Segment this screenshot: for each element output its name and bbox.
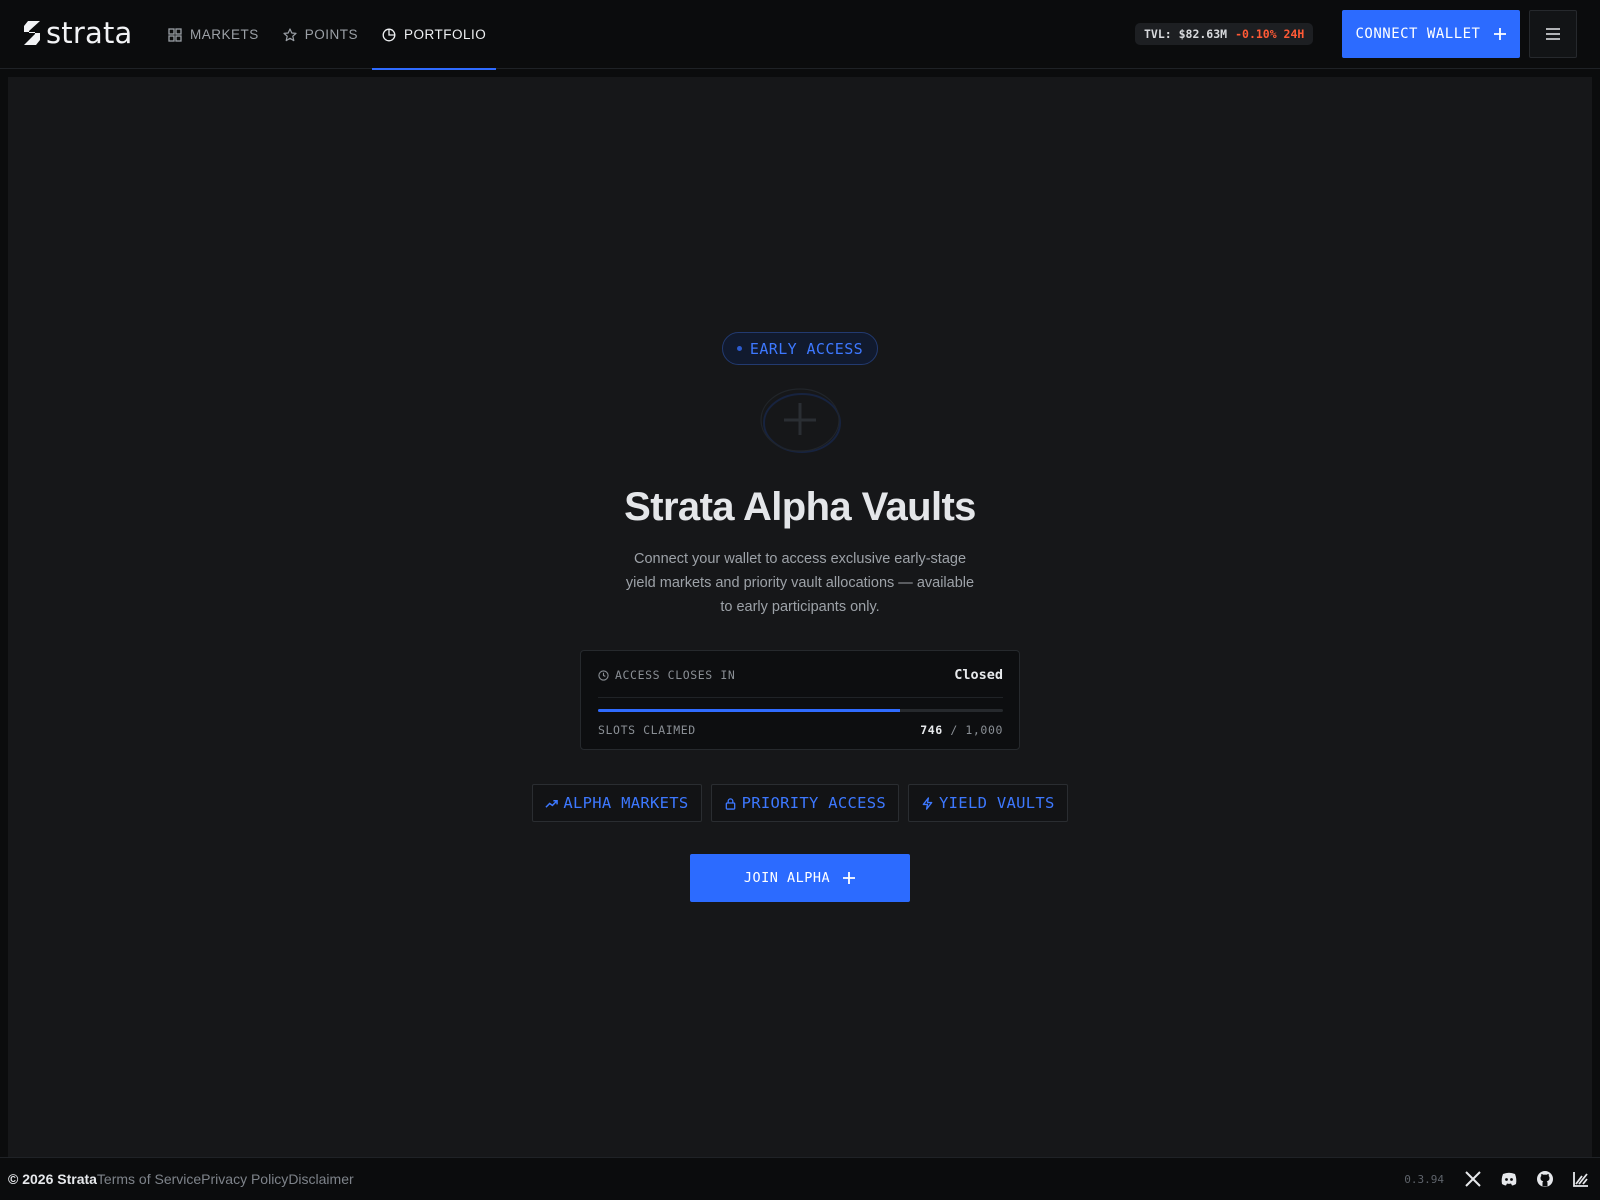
- github-icon: [1537, 1171, 1553, 1187]
- card-divider: [598, 697, 1003, 698]
- top-header: strata MARKETS POINTS PORTFOLIO TVL: $82…: [0, 0, 1600, 70]
- feature-pills: ALPHA MARKETS PRIORITY ACCESS YIELD VAUL…: [8, 784, 1592, 822]
- tvl-ticker: TVL: $82.63M -0.10% 24H: [1135, 23, 1314, 45]
- feature-pill-yield-vaults[interactable]: YIELD VAULTS: [908, 784, 1068, 822]
- social-chart-link[interactable]: [1570, 1168, 1592, 1190]
- footer-link-terms[interactable]: Terms of Service: [97, 1171, 201, 1187]
- footer: © 2026 Strata Terms of Service Privacy P…: [0, 1157, 1600, 1200]
- brand-name: strata: [46, 15, 133, 50]
- slots-row: SLOTS CLAIMED 746 / 1,000: [598, 721, 1003, 739]
- page-subtitle: Connect your wallet to access exclusive …: [625, 551, 975, 615]
- footer-right: 0.3.94: [1404, 1158, 1592, 1200]
- slots-label: SLOTS CLAIMED: [598, 723, 696, 737]
- connect-wallet-button[interactable]: CONNECT WALLET: [1342, 10, 1520, 58]
- access-row: ACCESS CLOSES IN Closed: [598, 663, 1003, 687]
- access-closes-label: ACCESS CLOSES IN: [598, 668, 735, 682]
- slots-progress-fill: [598, 709, 901, 712]
- trending-up-icon: [545, 799, 559, 808]
- access-card: ACCESS CLOSES IN Closed SLOTS CLAIMED 74…: [580, 650, 1020, 750]
- slots-progress-bar: [598, 709, 1003, 712]
- footer-link-privacy[interactable]: Privacy Policy: [201, 1171, 288, 1187]
- chart-icon: [1573, 1172, 1588, 1187]
- join-alpha-label: JOIN ALPHA: [743, 870, 831, 886]
- footer-link-disclaimer[interactable]: Disclaimer: [288, 1171, 353, 1187]
- strata-logo-icon: [24, 21, 40, 45]
- lightning-icon: [922, 796, 933, 810]
- tvl-change: -0.10% 24H: [1235, 27, 1305, 41]
- app-version: 0.3.94: [1404, 1172, 1444, 1186]
- pie-chart-icon: [382, 28, 396, 41]
- brand-logo[interactable]: strata: [22, 16, 133, 50]
- plus-icon: [843, 872, 856, 884]
- badge-label: EARLY ACCESS: [749, 339, 864, 358]
- main-nav: MARKETS POINTS PORTFOLIO: [166, 0, 498, 70]
- slots-count: 746 / 1,000: [920, 723, 1003, 737]
- badge-dot: [736, 346, 742, 351]
- social-x-link[interactable]: [1462, 1168, 1484, 1190]
- star-icon: [283, 27, 297, 41]
- main-panel: EARLY ACCESS Strata Alpha Vaults Connect…: [8, 77, 1592, 1157]
- discord-icon: [1501, 1172, 1517, 1186]
- nav-item-points[interactable]: POINTS: [271, 0, 370, 69]
- early-access-badge: EARLY ACCESS: [722, 332, 878, 365]
- social-discord-link[interactable]: [1498, 1168, 1520, 1190]
- slots-separator: /: [942, 723, 966, 737]
- clock-icon: [598, 669, 609, 681]
- grid-icon: [168, 27, 182, 42]
- tvl-value: TVL: $82.63M: [1144, 27, 1228, 41]
- x-icon: [1465, 1171, 1481, 1187]
- nav-label: MARKETS: [190, 27, 259, 42]
- join-alpha-button[interactable]: JOIN ALPHA: [690, 854, 910, 902]
- nav-item-markets[interactable]: MARKETS: [166, 0, 271, 69]
- feature-pill-alpha-markets[interactable]: ALPHA MARKETS: [532, 784, 702, 822]
- social-github-link[interactable]: [1534, 1168, 1556, 1190]
- slots-total: 1,000: [965, 723, 1003, 737]
- connect-wallet-label: CONNECT WALLET: [1355, 26, 1481, 42]
- slots-claimed: 746: [920, 723, 943, 737]
- hamburger-icon: [1546, 28, 1560, 40]
- nav-label: PORTFOLIO: [404, 27, 487, 42]
- feature-pill-priority-access[interactable]: PRIORITY ACCESS: [710, 784, 900, 822]
- nav-label: POINTS: [304, 27, 359, 42]
- lock-icon: [725, 797, 735, 810]
- page-title: Strata Alpha Vaults: [624, 485, 976, 529]
- footer-left: © 2026 Strata Terms of Service Privacy P…: [8, 1158, 354, 1200]
- menu-button[interactable]: [1529, 10, 1577, 58]
- vault-coin-icon: [760, 388, 841, 453]
- nav-item-portfolio[interactable]: PORTFOLIO: [370, 0, 498, 70]
- copyright: © 2026 Strata: [8, 1171, 97, 1187]
- plus-icon: [1493, 28, 1506, 40]
- access-status: Closed: [954, 667, 1003, 683]
